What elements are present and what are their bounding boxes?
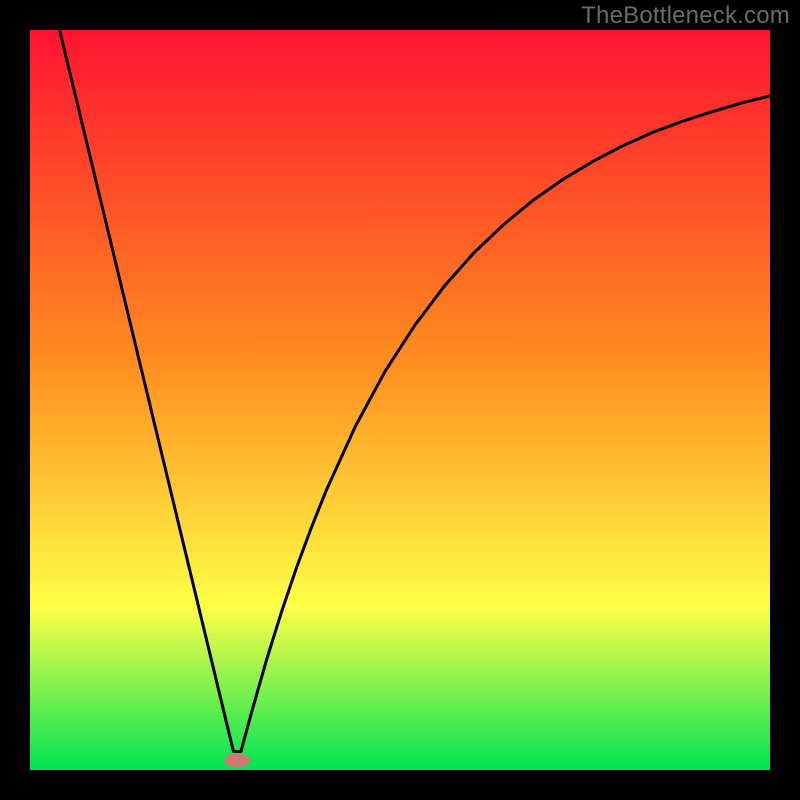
plot-background <box>30 30 770 770</box>
bottleneck-chart <box>0 0 800 800</box>
optimal-point-marker <box>224 753 250 767</box>
chart-frame: TheBottleneck.com <box>0 0 800 800</box>
watermark-text: TheBottleneck.com <box>581 2 790 30</box>
